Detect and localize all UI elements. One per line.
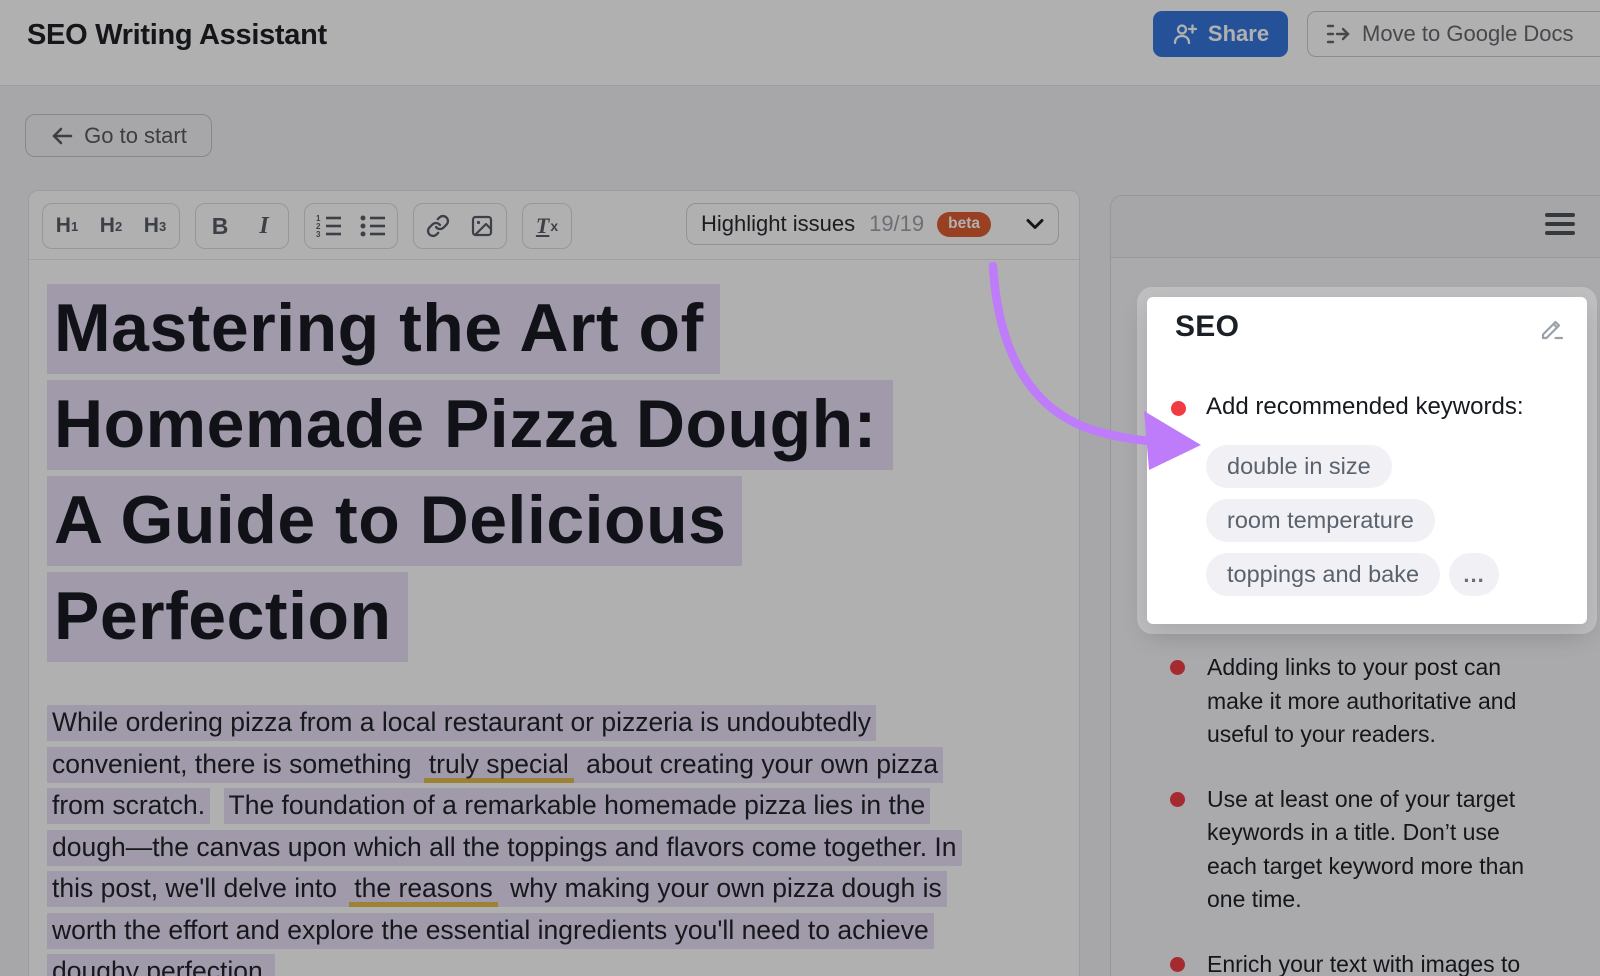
seo-card: SEO Add recommended keywords: double in … <box>1147 297 1587 624</box>
issue-dot-icon <box>1171 401 1186 416</box>
seo-card-title: SEO <box>1175 310 1239 344</box>
keyword-pill[interactable]: toppings and bake <box>1206 553 1440 596</box>
app-window: SEO Writing Assistant Share <box>0 0 1600 976</box>
keyword-pills: double in size room temperature toppings a… <box>1206 445 1499 596</box>
more-keywords-button[interactable]: ... <box>1449 553 1499 596</box>
keyword-pill[interactable]: double in size <box>1206 445 1392 488</box>
keywords-tip-label: Add recommended keywords: <box>1206 393 1523 421</box>
keyword-pill-row: toppings and bake... <box>1206 553 1499 596</box>
keyword-pill[interactable]: room temperature <box>1206 499 1435 542</box>
edit-pencil-icon[interactable] <box>1538 315 1566 343</box>
